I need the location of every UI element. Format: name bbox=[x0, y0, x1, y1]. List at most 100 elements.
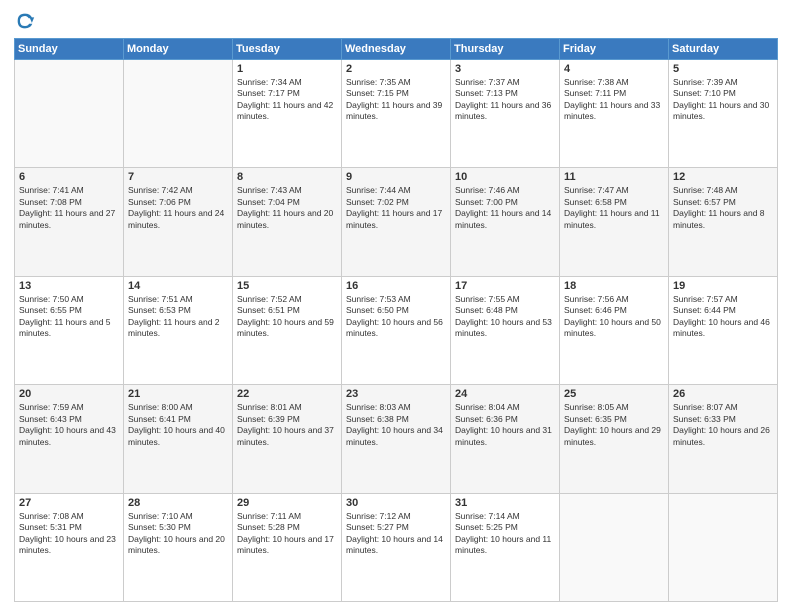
weekday-thursday: Thursday bbox=[451, 39, 560, 60]
weekday-monday: Monday bbox=[124, 39, 233, 60]
day-number: 11 bbox=[564, 171, 664, 183]
day-info: Sunrise: 8:00 AM Sunset: 6:41 PM Dayligh… bbox=[128, 402, 228, 448]
day-cell bbox=[124, 60, 233, 168]
day-cell: 29 Sunrise: 7:11 AM Sunset: 5:28 PM Dayli… bbox=[233, 493, 342, 601]
weekday-saturday: Saturday bbox=[669, 39, 778, 60]
day-number: 26 bbox=[673, 388, 773, 400]
day-info: Sunrise: 7:11 AM Sunset: 5:28 PM Dayligh… bbox=[237, 511, 337, 557]
calendar-table: SundayMondayTuesdayWednesdayThursdayFrid… bbox=[14, 38, 778, 602]
day-number: 30 bbox=[346, 497, 446, 509]
day-number: 9 bbox=[346, 171, 446, 183]
day-info: Sunrise: 8:04 AM Sunset: 6:36 PM Dayligh… bbox=[455, 402, 555, 448]
day-cell: 28Sunrise: 7:10 AM Sunset: 5:30 PM Dayli… bbox=[124, 493, 233, 601]
day-info: Sunrise: 8:03 AM Sunset: 6:38 PM Dayligh… bbox=[346, 402, 446, 448]
day-info: Sunrise: 7:10 AM Sunset: 5:30 PM Dayligh… bbox=[128, 511, 228, 557]
day-info: Sunrise: 7:51 AM Sunset: 6:53 PM Dayligh… bbox=[128, 294, 228, 340]
day-cell: 5 Sunrise: 7:39 AM Sunset: 7:10 PM Daylig… bbox=[669, 60, 778, 168]
day-number: 31 bbox=[455, 497, 555, 509]
day-cell bbox=[15, 60, 124, 168]
day-number: 24 bbox=[455, 388, 555, 400]
weekday-friday: Friday bbox=[560, 39, 669, 60]
day-cell: 2 Sunrise: 7:35 AM Sunset: 7:15 PM Daylig… bbox=[342, 60, 451, 168]
header bbox=[14, 10, 778, 32]
day-info: Sunrise: 8:01 AM Sunset: 6:39 PM Dayligh… bbox=[237, 402, 337, 448]
day-info: Sunrise: 7:43 AM Sunset: 7:04 PM Dayligh… bbox=[237, 185, 337, 231]
day-info: Sunrise: 7:08 AM Sunset: 5:31 PM Dayligh… bbox=[19, 511, 119, 557]
day-info: Sunrise: 7:35 AM Sunset: 7:15 PM Dayligh… bbox=[346, 77, 446, 123]
day-info: Sunrise: 7:37 AM Sunset: 7:13 PM Dayligh… bbox=[455, 77, 555, 123]
day-number: 19 bbox=[673, 280, 773, 292]
day-cell: 30 Sunrise: 7:12 AM Sunset: 5:27 PM Dayli… bbox=[342, 493, 451, 601]
day-info: Sunrise: 7:55 AM Sunset: 6:48 PM Dayligh… bbox=[455, 294, 555, 340]
day-cell: 4 Sunrise: 7:38 AM Sunset: 7:11 PM Daylig… bbox=[560, 60, 669, 168]
day-number: 22 bbox=[237, 388, 337, 400]
day-info: Sunrise: 7:50 AM Sunset: 6:55 PM Dayligh… bbox=[19, 294, 119, 340]
day-number: 20 bbox=[19, 388, 119, 400]
day-cell: 24 Sunrise: 8:04 AM Sunset: 6:36 PM Dayli… bbox=[451, 385, 560, 493]
day-info: Sunrise: 7:39 AM Sunset: 7:10 PM Dayligh… bbox=[673, 77, 773, 123]
weekday-wednesday: Wednesday bbox=[342, 39, 451, 60]
day-cell: 31 Sunrise: 7:14 AM Sunset: 5:25 PM Dayli… bbox=[451, 493, 560, 601]
day-cell: 16 Sunrise: 7:53 AM Sunset: 6:50 PM Dayli… bbox=[342, 276, 451, 384]
day-number: 7 bbox=[128, 171, 228, 183]
day-info: Sunrise: 7:41 AM Sunset: 7:08 PM Dayligh… bbox=[19, 185, 119, 231]
day-number: 21 bbox=[128, 388, 228, 400]
day-info: Sunrise: 7:12 AM Sunset: 5:27 PM Dayligh… bbox=[346, 511, 446, 557]
day-number: 15 bbox=[237, 280, 337, 292]
weekday-sunday: Sunday bbox=[15, 39, 124, 60]
day-info: Sunrise: 7:42 AM Sunset: 7:06 PM Dayligh… bbox=[128, 185, 228, 231]
day-cell: 14 Sunrise: 7:51 AM Sunset: 6:53 PM Dayli… bbox=[124, 276, 233, 384]
week-row-1: 1 Sunrise: 7:34 AM Sunset: 7:17 PM Daylig… bbox=[15, 60, 778, 168]
day-number: 23 bbox=[346, 388, 446, 400]
day-number: 10 bbox=[455, 171, 555, 183]
day-info: Sunrise: 7:34 AM Sunset: 7:17 PM Dayligh… bbox=[237, 77, 337, 123]
day-number: 18 bbox=[564, 280, 664, 292]
day-cell: 7 Sunrise: 7:42 AM Sunset: 7:06 PM Daylig… bbox=[124, 168, 233, 276]
day-info: Sunrise: 7:47 AM Sunset: 6:58 PM Dayligh… bbox=[564, 185, 664, 231]
week-row-2: 6Sunrise: 7:41 AM Sunset: 7:08 PM Daylig… bbox=[15, 168, 778, 276]
week-row-5: 27Sunrise: 7:08 AM Sunset: 5:31 PM Dayli… bbox=[15, 493, 778, 601]
day-cell: 25 Sunrise: 8:05 AM Sunset: 6:35 PM Dayli… bbox=[560, 385, 669, 493]
day-cell: 13 Sunrise: 7:50 AM Sunset: 6:55 PM Dayli… bbox=[15, 276, 124, 384]
day-cell: 19Sunrise: 7:57 AM Sunset: 6:44 PM Dayli… bbox=[669, 276, 778, 384]
day-cell bbox=[560, 493, 669, 601]
day-cell: 20Sunrise: 7:59 AM Sunset: 6:43 PM Dayli… bbox=[15, 385, 124, 493]
day-number: 25 bbox=[564, 388, 664, 400]
day-number: 13 bbox=[19, 280, 119, 292]
week-row-4: 20Sunrise: 7:59 AM Sunset: 6:43 PM Dayli… bbox=[15, 385, 778, 493]
week-row-3: 13 Sunrise: 7:50 AM Sunset: 6:55 PM Dayli… bbox=[15, 276, 778, 384]
day-cell: 3 Sunrise: 7:37 AM Sunset: 7:13 PM Daylig… bbox=[451, 60, 560, 168]
day-info: Sunrise: 7:56 AM Sunset: 6:46 PM Dayligh… bbox=[564, 294, 664, 340]
day-info: Sunrise: 7:38 AM Sunset: 7:11 PM Dayligh… bbox=[564, 77, 664, 123]
day-number: 4 bbox=[564, 63, 664, 75]
day-number: 5 bbox=[673, 63, 773, 75]
day-info: Sunrise: 7:48 AM Sunset: 6:57 PM Dayligh… bbox=[673, 185, 773, 231]
day-cell: 8Sunrise: 7:43 AM Sunset: 7:04 PM Daylig… bbox=[233, 168, 342, 276]
day-number: 12 bbox=[673, 171, 773, 183]
day-cell: 9 Sunrise: 7:44 AM Sunset: 7:02 PM Daylig… bbox=[342, 168, 451, 276]
day-cell: 6Sunrise: 7:41 AM Sunset: 7:08 PM Daylig… bbox=[15, 168, 124, 276]
day-cell: 17Sunrise: 7:55 AM Sunset: 6:48 PM Dayli… bbox=[451, 276, 560, 384]
day-cell: 18 Sunrise: 7:56 AM Sunset: 6:46 PM Dayli… bbox=[560, 276, 669, 384]
day-info: Sunrise: 7:52 AM Sunset: 6:51 PM Dayligh… bbox=[237, 294, 337, 340]
day-cell: 15 Sunrise: 7:52 AM Sunset: 6:51 PM Dayli… bbox=[233, 276, 342, 384]
day-info: Sunrise: 7:53 AM Sunset: 6:50 PM Dayligh… bbox=[346, 294, 446, 340]
weekday-header-row: SundayMondayTuesdayWednesdayThursdayFrid… bbox=[15, 39, 778, 60]
day-cell: 26 Sunrise: 8:07 AM Sunset: 6:33 PM Dayli… bbox=[669, 385, 778, 493]
day-number: 14 bbox=[128, 280, 228, 292]
day-info: Sunrise: 7:44 AM Sunset: 7:02 PM Dayligh… bbox=[346, 185, 446, 231]
logo bbox=[14, 10, 40, 32]
day-number: 29 bbox=[237, 497, 337, 509]
logo-icon bbox=[14, 10, 36, 32]
day-cell: 23 Sunrise: 8:03 AM Sunset: 6:38 PM Dayli… bbox=[342, 385, 451, 493]
day-number: 1 bbox=[237, 63, 337, 75]
day-info: Sunrise: 8:07 AM Sunset: 6:33 PM Dayligh… bbox=[673, 402, 773, 448]
day-cell: 27Sunrise: 7:08 AM Sunset: 5:31 PM Dayli… bbox=[15, 493, 124, 601]
day-number: 2 bbox=[346, 63, 446, 75]
day-number: 3 bbox=[455, 63, 555, 75]
day-number: 16 bbox=[346, 280, 446, 292]
day-cell: 11 Sunrise: 7:47 AM Sunset: 6:58 PM Dayli… bbox=[560, 168, 669, 276]
day-cell: 21 Sunrise: 8:00 AM Sunset: 6:41 PM Dayli… bbox=[124, 385, 233, 493]
day-info: Sunrise: 8:05 AM Sunset: 6:35 PM Dayligh… bbox=[564, 402, 664, 448]
day-info: Sunrise: 7:14 AM Sunset: 5:25 PM Dayligh… bbox=[455, 511, 555, 557]
